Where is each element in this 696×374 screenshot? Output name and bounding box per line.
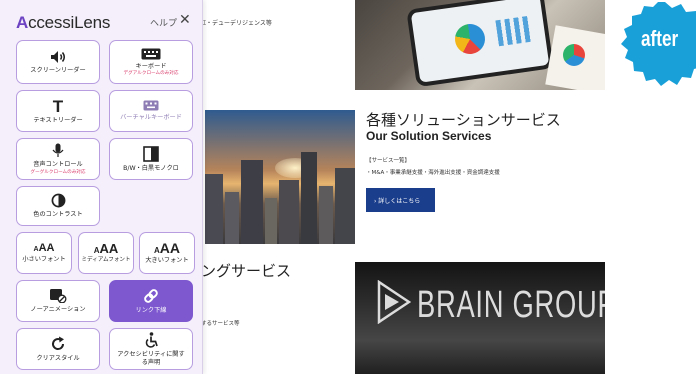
large-font-icon: AAA <box>153 240 180 257</box>
accessibility-person-icon <box>145 332 158 348</box>
contrast-icon <box>51 193 65 208</box>
speaker-icon <box>51 50 65 63</box>
link-icon <box>144 288 158 303</box>
tablet-chart-photo <box>355 0 605 90</box>
consulting-services-title: ングサービス <box>201 262 292 280</box>
screen-reader-button[interactable]: スクリーンリーダー <box>16 40 100 84</box>
small-font-icon: AAA <box>33 241 55 254</box>
after-badge-label: after <box>641 26 679 51</box>
solution-services-title: 各種ソリューションサービス <box>366 111 561 129</box>
microphone-icon <box>52 143 64 158</box>
accessibility-panel: AccessiLens ヘルプ ✕ スクリーンリーダー キーボード デグアルクロ… <box>0 0 203 374</box>
close-icon[interactable]: ✕ <box>179 12 191 28</box>
brain-groups-sign-photo: BRAIN GROUPS <box>355 262 605 374</box>
brain-groups-sign-text: BRAIN GROUPS <box>417 284 605 326</box>
details-button[interactable]: › 詳しくはこちら <box>366 188 435 212</box>
bw-monochrome-button[interactable]: B/W・白黒モノクロ <box>109 138 193 180</box>
service-list-text: ・M&A・事業承継支援・海外進出支援・資金調達支援 <box>366 170 500 176</box>
brain-groups-logo-icon <box>377 280 411 324</box>
stop-animation-icon <box>50 289 67 304</box>
voice-control-button[interactable]: 音声コントロール グーグルクロームのみ対応 <box>16 138 100 180</box>
help-link[interactable]: ヘルプ <box>150 16 177 29</box>
solution-services-subtitle: Our Solution Services <box>366 129 492 143</box>
refresh-icon <box>52 336 65 350</box>
city-skyline-photo <box>205 110 355 244</box>
consulting-text-fragment: するサービス等 <box>201 321 240 327</box>
clear-style-button[interactable]: クリアスタイル <box>16 328 100 370</box>
keyboard-button[interactable]: キーボード デグアルクロームのみ対応 <box>109 40 193 84</box>
small-font-button[interactable]: AAA 小さいフォント <box>16 232 72 274</box>
accessibility-statement-button[interactable]: アクセシビリティに関する声明 <box>109 328 193 370</box>
no-animation-button[interactable]: ノーアニメーション <box>16 280 100 322</box>
medium-font-button[interactable]: AAA ミディアムフォント <box>78 232 134 274</box>
large-font-button[interactable]: AAA 大きいフォント <box>139 232 195 274</box>
virtual-keyboard-icon <box>143 100 159 111</box>
service-list-heading: 【サービス一覧】 <box>366 158 411 164</box>
text-reader-button[interactable]: T テキストリーダー <box>16 90 100 132</box>
service-text-fragment: ｴ・デューデリジェンス等 <box>203 20 272 27</box>
medium-font-icon: AAA <box>93 241 119 257</box>
text-t-icon: T <box>52 96 64 116</box>
color-contrast-button[interactable]: 色のコントラスト <box>16 186 100 226</box>
keyboard-icon <box>141 48 161 60</box>
link-underline-button[interactable]: リンク下線 <box>109 280 193 322</box>
half-square-icon <box>143 145 159 162</box>
virtual-keyboard-button[interactable]: バーチャルキーボード <box>109 90 193 132</box>
brand-logo: AccessiLens <box>16 13 111 32</box>
